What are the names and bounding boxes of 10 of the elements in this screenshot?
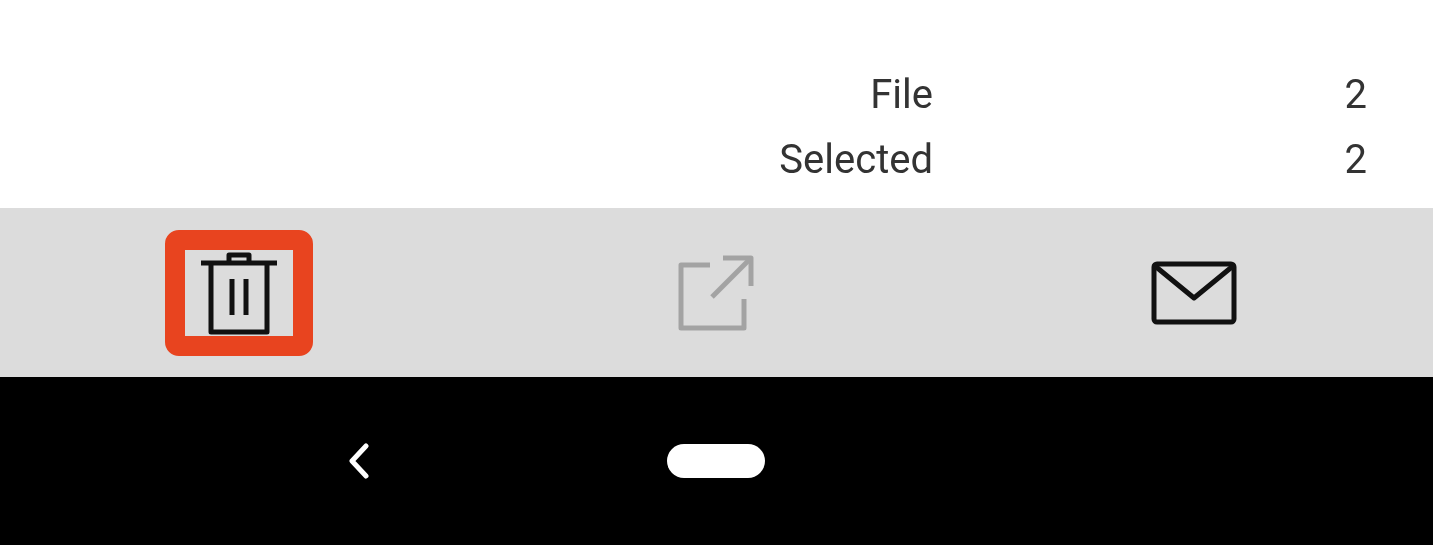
back-icon: [347, 443, 370, 479]
external-link-icon: [678, 254, 755, 331]
summary-label: File: [870, 70, 933, 120]
summary-value: 2: [1344, 70, 1367, 120]
home-button[interactable]: [667, 444, 766, 478]
summary-value: 2: [1344, 135, 1367, 185]
mail-icon: [1151, 260, 1238, 325]
summary-label: Selected: [779, 135, 933, 185]
delete-button[interactable]: [164, 229, 313, 356]
trash-icon: [198, 250, 279, 335]
